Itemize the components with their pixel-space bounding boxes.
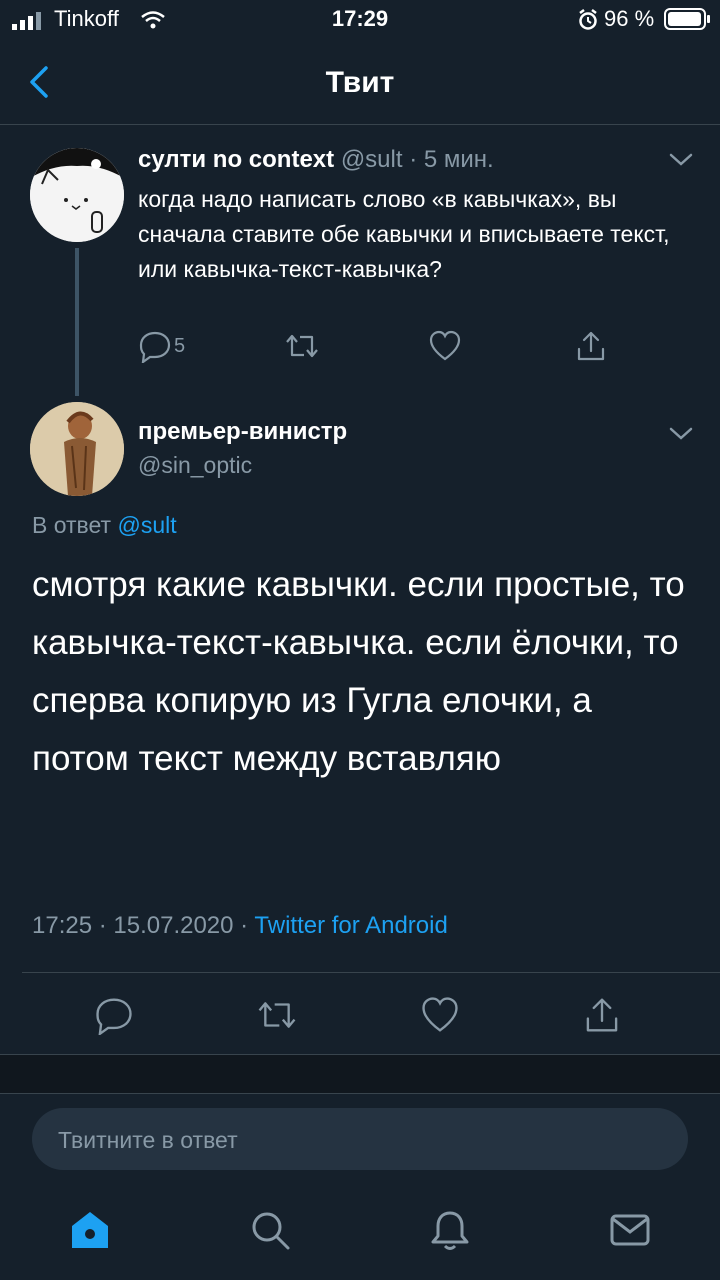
share-button[interactable] <box>582 990 622 1040</box>
tweet-timestamp: 17:25 · 15.07.2020 · <box>32 912 255 939</box>
like-icon <box>422 997 458 1032</box>
search-icon <box>252 1212 290 1250</box>
tweet-age: 5 мин. <box>423 146 494 173</box>
tweet-text: когда надо написать слово «в кавычках», … <box>138 186 670 282</box>
reply-icon <box>96 998 132 1035</box>
tweet-menu-button[interactable] <box>668 424 694 444</box>
painting-avatar-icon <box>30 402 124 496</box>
tweet-meta: 17:25 · 15.07.2020 · Twitter for Android <box>32 912 448 940</box>
reply-button[interactable]: 5 <box>138 328 185 364</box>
top-navigation-bar: Твит <box>0 40 720 125</box>
tweet-text: смотря какие кавычки. если простые, то к… <box>32 565 685 778</box>
thread-connector <box>75 248 79 396</box>
like-button[interactable] <box>428 328 462 364</box>
avatar[interactable] <box>30 148 124 242</box>
author-handle[interactable]: @sult <box>341 146 403 173</box>
reply-button[interactable] <box>94 990 134 1040</box>
retweet-icon <box>286 334 318 358</box>
page-title: Твит <box>325 66 395 99</box>
like-icon <box>429 330 461 361</box>
tab-search[interactable] <box>240 1200 300 1260</box>
tab-notifications[interactable] <box>420 1200 480 1260</box>
divider <box>22 972 720 973</box>
reply-input[interactable] <box>56 1108 660 1172</box>
reply-prefix: В ответ <box>32 512 118 538</box>
alarm-icon <box>579 9 597 30</box>
chevron-down-icon <box>669 427 693 440</box>
home-icon <box>72 1212 108 1248</box>
notifications-icon <box>431 1211 469 1250</box>
chevron-down-icon <box>669 153 693 166</box>
meta-separator: · <box>402 146 424 173</box>
reply-icon <box>139 331 171 363</box>
author-display-name[interactable]: султи no context <box>138 146 334 173</box>
cat-avatar-icon <box>30 148 124 242</box>
share-icon <box>586 998 618 1032</box>
tab-messages[interactable] <box>600 1200 660 1260</box>
messages-icon <box>610 1214 650 1246</box>
retweet-button[interactable] <box>256 990 298 1040</box>
retweet-button[interactable] <box>284 328 320 364</box>
tweet-source-link[interactable]: Twitter for Android <box>254 912 447 939</box>
battery-icon <box>664 8 710 30</box>
share-button[interactable] <box>574 328 608 364</box>
bottom-tab-bar <box>0 1186 720 1280</box>
share-icon <box>577 331 605 361</box>
tweet-actions <box>0 990 720 1040</box>
tab-home[interactable] <box>60 1200 120 1260</box>
section-separator <box>0 1054 720 1094</box>
retweet-icon <box>258 1002 296 1028</box>
reply-composer[interactable] <box>32 1108 688 1172</box>
author-handle[interactable]: @sin_optic <box>138 452 252 479</box>
avatar[interactable] <box>30 402 124 496</box>
reply-count: 5 <box>174 334 186 357</box>
tweet-author-line: султи no context @sult · 5 мин. <box>138 146 494 174</box>
author-display-name[interactable]: премьер-винистр <box>138 418 347 446</box>
reply-context: В ответ @sult <box>32 512 177 539</box>
battery-percent: 96 % <box>604 6 655 31</box>
tweet-actions: 5 <box>138 328 618 364</box>
status-bar: Tinkoff 17:29 96 % <box>0 0 720 40</box>
like-button[interactable] <box>420 990 460 1040</box>
tweet-menu-button[interactable] <box>668 150 694 170</box>
reply-target-link[interactable]: @sult <box>117 512 176 538</box>
